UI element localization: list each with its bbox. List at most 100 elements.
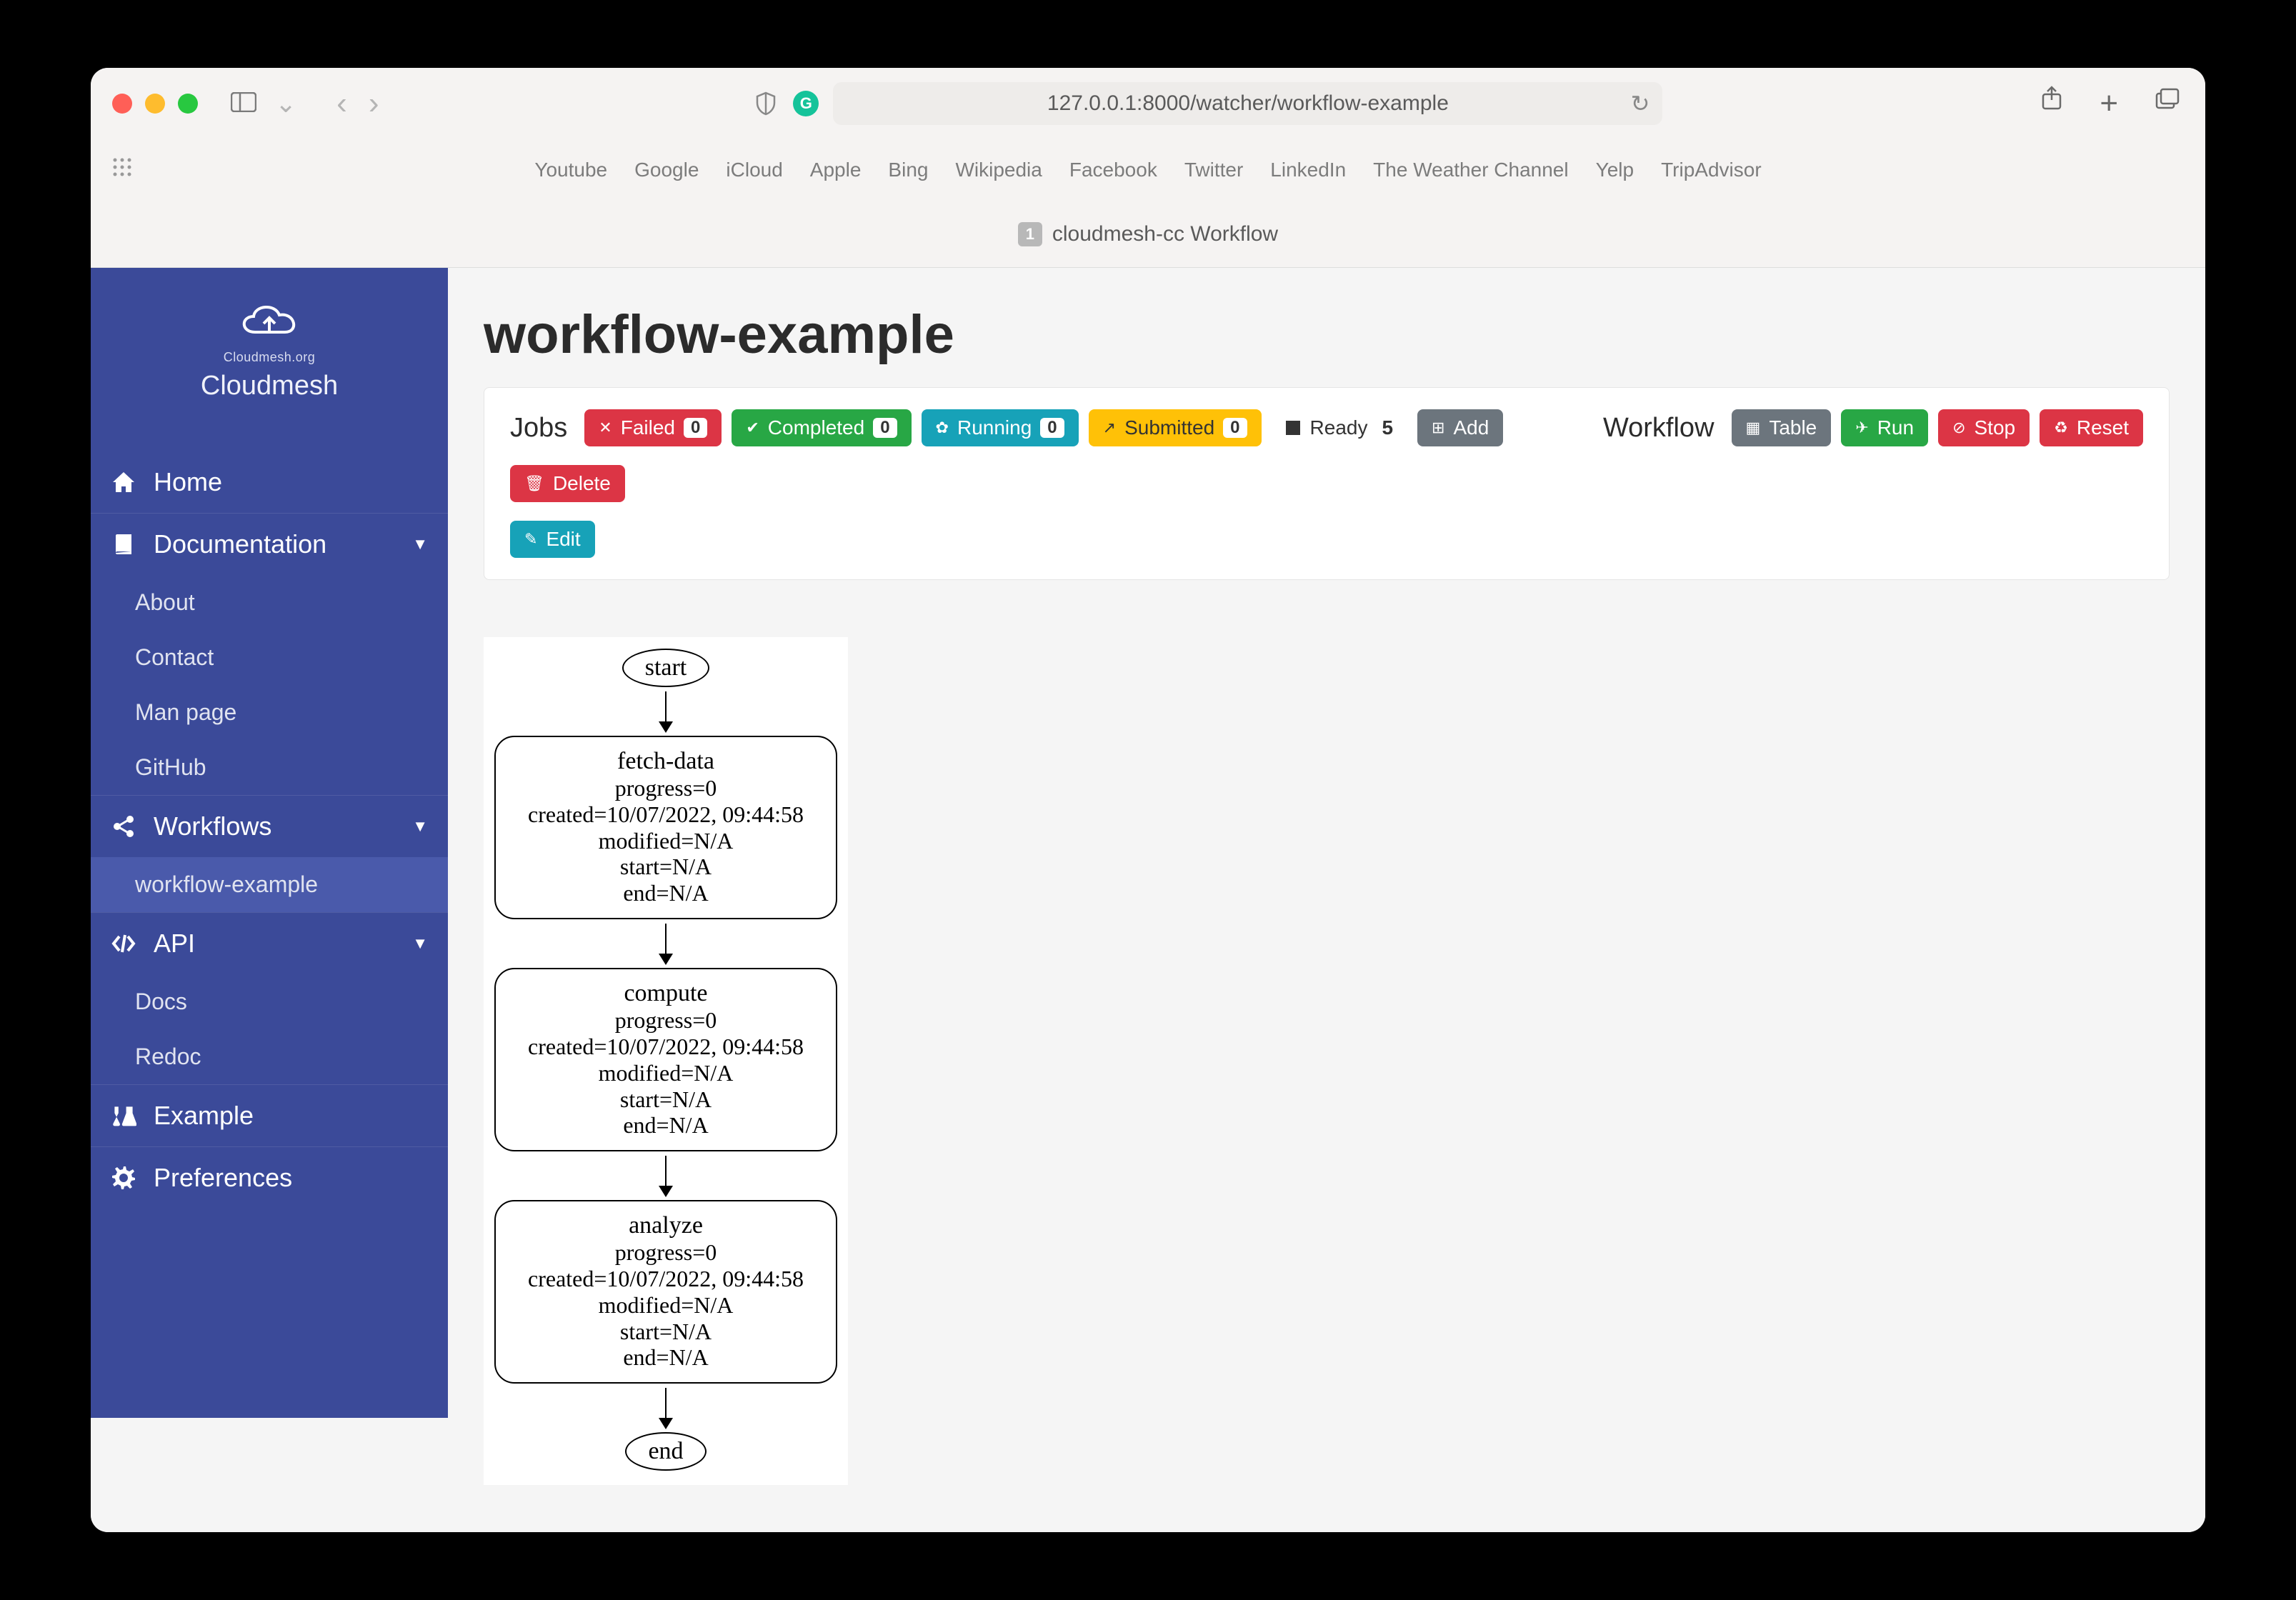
tab-title[interactable]: cloudmesh-cc Workflow [1052,222,1278,246]
sidebar-toggle-group[interactable]: ⌄ [226,89,301,119]
sidebar-item-workflows[interactable]: Workflows ▼ [91,795,448,857]
apps-grid-icon[interactable] [112,157,132,183]
diagram-node-fetch-data: fetch-data progress=0 created=10/07/2022… [494,736,837,919]
sidebar-subitem-docs[interactable]: Docs [91,974,448,1029]
btn-label: Table [1769,416,1817,439]
code-icon [111,934,136,954]
gear-icon: ✿ [936,419,949,437]
app-body: Cloudmesh.org Cloudmesh Home Documentati… [91,268,2205,1532]
sidebar-item-documentation[interactable]: Documentation ▼ [91,513,448,575]
sidebar: Cloudmesh.org Cloudmesh Home Documentati… [91,268,448,1418]
bookmark-link[interactable]: Facebook [1069,159,1157,181]
bookmark-link[interactable]: Yelp [1596,159,1634,181]
bookmark-link[interactable]: LinkedIn [1270,159,1346,181]
bookmark-link[interactable]: TripAdvisor [1661,159,1762,181]
sidebar-subitem-manpage[interactable]: Man page [91,685,448,740]
close-window-button[interactable] [112,94,132,114]
stop-square-icon [1286,421,1300,435]
privacy-shield-icon[interactable] [753,91,779,116]
sidebar-nav: Home Documentation ▼ About Contact Man p… [91,451,448,1418]
bookmark-link[interactable]: The Weather Channel [1373,159,1568,181]
sidebar-item-preferences[interactable]: Preferences [91,1146,448,1209]
submitted-button[interactable]: ↗ Submitted 0 [1089,409,1262,446]
sidebar-item-example[interactable]: Example [91,1084,448,1146]
sidebar-subitem-workflow-example[interactable]: workflow-example [91,857,448,912]
node-line: start=N/A [504,1319,827,1345]
running-count: 0 [1040,418,1064,438]
running-button[interactable]: ✿ Running 0 [922,409,1079,446]
stop-button[interactable]: ⊘ Stop [1938,409,2030,446]
toolbar-card: Jobs ✕ Failed 0 ✔ Completed 0 ✿ Running … [484,387,2170,580]
nav-sub-label: GitHub [135,754,206,781]
btn-label: Submitted [1124,416,1214,439]
ready-status: Ready 5 [1272,409,1408,446]
nav-label: Workflows [154,811,271,841]
node-line: modified=N/A [504,828,827,854]
node-line: end=N/A [504,1112,827,1139]
nav-label: Home [154,467,222,497]
edit-button[interactable]: ✎ Edit [510,521,595,558]
bookmark-link[interactable]: Wikipedia [955,159,1042,181]
maximize-window-button[interactable] [178,94,198,114]
forward-button[interactable]: › [369,86,379,121]
node-name: analyze [504,1211,827,1239]
bookmark-link[interactable]: iCloud [726,159,782,181]
completed-button[interactable]: ✔ Completed 0 [732,409,911,446]
node-line: end=N/A [504,880,827,906]
delete-button[interactable]: 🗑 Delete [510,465,625,502]
x-icon: ✕ [599,419,612,437]
sidebar-item-api[interactable]: API ▼ [91,912,448,974]
diagram-end-node: end [625,1432,706,1471]
tab-strip: 1 cloudmesh-cc Workflow [91,201,2205,268]
sidebar-subitem-about[interactable]: About [91,575,448,630]
chevron-down-icon: ⌄ [271,89,301,119]
node-line: start=N/A [504,1086,827,1113]
nav-sub-label: Man page [135,699,236,726]
chevron-down-icon: ▼ [412,817,428,836]
extension-icon[interactable]: G [793,91,819,116]
nav-label: Preferences [154,1163,292,1193]
add-button[interactable]: ⊞ Add [1417,409,1503,446]
sidebar-subitem-github[interactable]: GitHub [91,740,448,795]
rocket-icon: ✈ [1855,419,1868,437]
node-line: start=N/A [504,854,827,880]
sidebar-subitem-redoc[interactable]: Redoc [91,1029,448,1084]
bookmark-link[interactable]: Apple [810,159,862,181]
sidebar-subitem-contact[interactable]: Contact [91,630,448,685]
node-line: progress=0 [504,775,827,801]
sidebar-item-home[interactable]: Home [91,451,448,513]
nav-label: API [154,929,195,959]
nav-label: Documentation [154,529,326,559]
share-icon[interactable] [2037,86,2067,121]
new-tab-icon[interactable]: + [2095,86,2122,121]
diagram-arrow [665,1156,667,1196]
chevron-down-icon: ▼ [412,934,428,953]
node-line: modified=N/A [504,1060,827,1086]
brand-subtitle: Cloudmesh.org [91,350,448,365]
diagram-arrow [665,691,667,731]
btn-label: Failed [621,416,675,439]
bookmark-link[interactable]: Youtube [534,159,607,181]
address-bar[interactable]: 127.0.0.1:8000/watcher/workflow-example … [833,82,1662,125]
diagram-node-compute: compute progress=0 created=10/07/2022, 0… [494,968,837,1151]
refresh-icon[interactable]: ↻ [1631,90,1650,117]
tabs-overview-icon[interactable] [2151,86,2184,121]
run-button[interactable]: ✈ Run [1841,409,1928,446]
minimize-window-button[interactable] [145,94,165,114]
back-button[interactable]: ‹ [336,86,347,121]
node-name: compute [504,979,827,1007]
btn-label: Delete [553,472,611,495]
diagram-arrow [665,1388,667,1428]
nav-sub-label: Contact [135,644,214,671]
reset-button[interactable]: ♻ Reset [2040,409,2143,446]
nav-arrows: ‹ › [336,86,379,121]
ban-icon: ⊘ [1952,419,1965,437]
window-controls [112,94,198,114]
bookmark-link[interactable]: Twitter [1184,159,1243,181]
failed-button[interactable]: ✕ Failed 0 [584,409,722,446]
bookmark-link[interactable]: Google [634,159,699,181]
bookmark-link[interactable]: Bing [888,159,928,181]
brand-title: Cloudmesh [91,371,448,401]
nav-sub-label: workflow-example [135,871,318,898]
table-button[interactable]: ▦ Table [1732,409,1832,446]
